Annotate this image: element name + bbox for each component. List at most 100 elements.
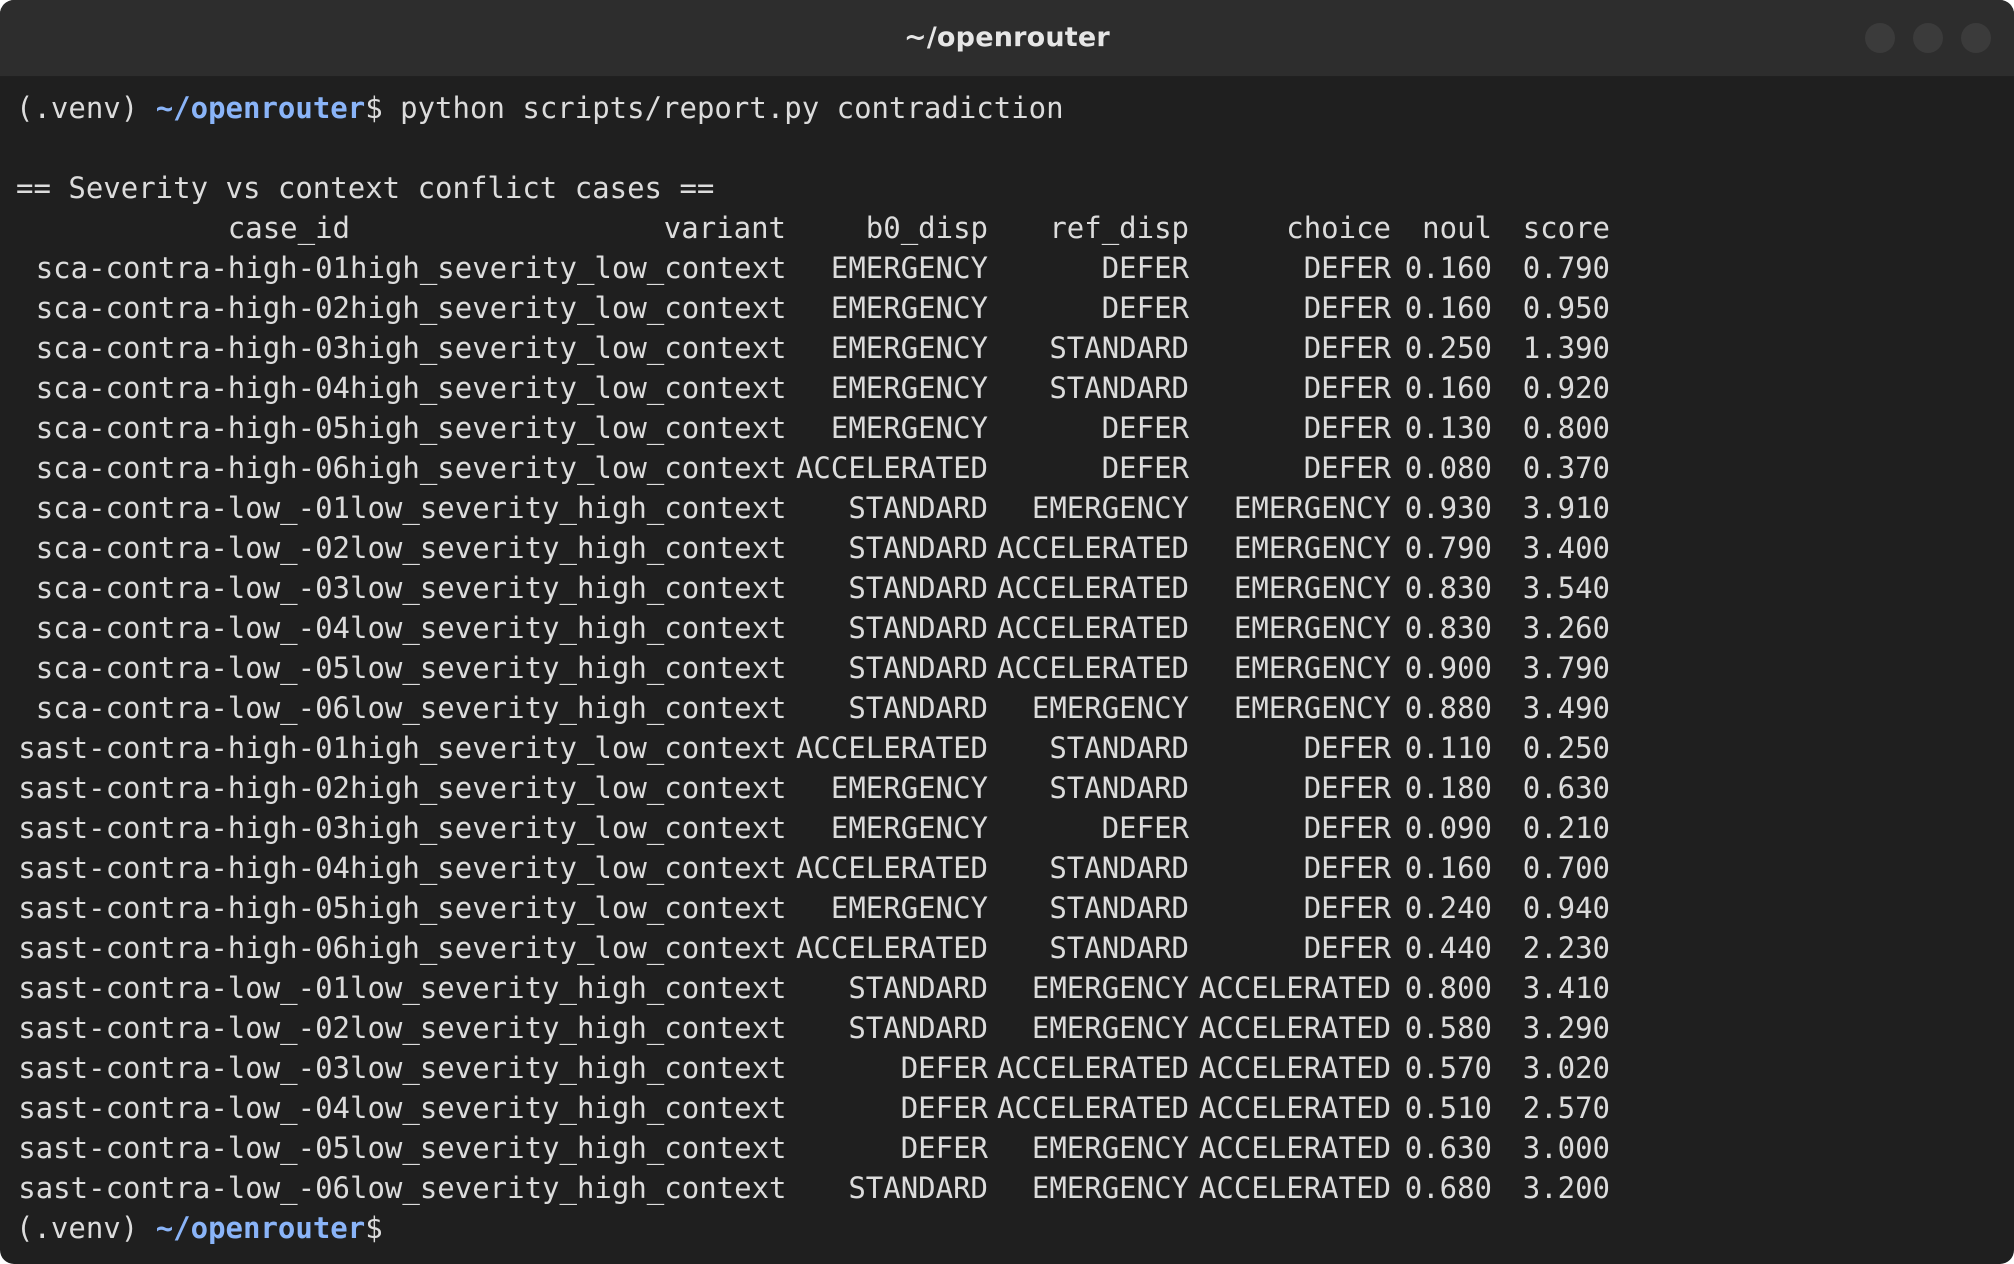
close-button[interactable] — [1961, 23, 1991, 53]
cell-choice: ACCELERATED — [1198, 1051, 1391, 1085]
table-row: sca-contra-high-04high_severity_low_cont… — [16, 368, 1998, 408]
header-noul: noul — [1422, 211, 1492, 245]
cell-variant: high_severity_low_context — [350, 891, 787, 925]
cell-b0-disp: STANDARD — [848, 571, 988, 605]
cell-ref-disp: ACCELERATED — [996, 531, 1189, 565]
cell-score: 3.290 — [1522, 1011, 1610, 1045]
window-title: ~/openrouter — [904, 22, 1110, 53]
cell-noul: 0.790 — [1404, 531, 1492, 565]
table-row: sast-contra-high-03high_severity_low_con… — [16, 808, 1998, 848]
cell-case-id: sast-contra-high-03 — [18, 811, 350, 845]
table-row: sca-contra-high-02high_severity_low_cont… — [16, 288, 1998, 328]
cell-b0-disp: STANDARD — [848, 1171, 988, 1205]
cell-variant: high_severity_low_context — [350, 251, 787, 285]
cell-ref-disp: ACCELERATED — [996, 611, 1189, 645]
cell-b0-disp: DEFER — [900, 1131, 988, 1165]
table-row: sast-contra-low_-05low_severity_high_con… — [16, 1128, 1998, 1168]
cell-noul: 0.680 — [1404, 1171, 1492, 1205]
table-row: sast-contra-low_-02low_severity_high_con… — [16, 1008, 1998, 1048]
cell-ref-disp: STANDARD — [1049, 931, 1189, 965]
cell-ref-disp: ACCELERATED — [996, 1091, 1189, 1125]
cell-choice: EMERGENCY — [1233, 691, 1391, 725]
cell-score: 3.400 — [1522, 531, 1610, 565]
cell-noul: 0.830 — [1404, 611, 1492, 645]
cell-case-id: sast-contra-high-05 — [18, 891, 350, 925]
cell-ref-disp: EMERGENCY — [1031, 1011, 1189, 1045]
cell-score: 0.700 — [1522, 851, 1610, 885]
maximize-button[interactable] — [1913, 23, 1943, 53]
cell-b0-disp: STANDARD — [848, 1011, 988, 1045]
cell-case-id: sast-contra-high-01 — [18, 731, 350, 765]
cell-choice: ACCELERATED — [1198, 1091, 1391, 1125]
cell-noul: 0.800 — [1404, 971, 1492, 1005]
terminal-window: ~/openrouter (.venv) ~/openrouter$ pytho… — [0, 0, 2014, 1264]
table-row: sast-contra-high-04high_severity_low_con… — [16, 848, 1998, 888]
cell-ref-disp: DEFER — [1101, 291, 1189, 325]
venv-indicator: (.venv) — [16, 1211, 139, 1245]
header-choice: choice — [1286, 211, 1391, 245]
cell-case-id: sca-contra-high-02 — [35, 291, 350, 325]
table-header-row: case_id variant b0_disp ref_disp choice noul s… — [16, 208, 1998, 248]
cell-ref-disp: EMERGENCY — [1031, 1131, 1189, 1165]
cell-b0-disp: DEFER — [900, 1091, 988, 1125]
cell-b0-disp: EMERGENCY — [830, 251, 988, 285]
cell-choice: DEFER — [1303, 771, 1391, 805]
cell-choice: EMERGENCY — [1233, 651, 1391, 685]
cell-noul: 0.510 — [1404, 1091, 1492, 1125]
cell-ref-disp: EMERGENCY — [1031, 491, 1189, 525]
cell-variant: high_severity_low_context — [350, 291, 787, 325]
cell-score: 1.390 — [1522, 331, 1610, 365]
cell-case-id: sast-contra-low_-02 — [18, 1011, 350, 1045]
section-title: == Severity vs context conflict cases == — [16, 171, 715, 205]
cell-variant: low_severity_high_context — [350, 1091, 787, 1125]
cell-score: 0.800 — [1522, 411, 1610, 445]
table-row: sast-contra-low_-06low_severity_high_con… — [16, 1168, 1998, 1208]
cell-ref-disp: EMERGENCY — [1031, 691, 1189, 725]
cell-noul: 0.160 — [1404, 291, 1492, 325]
table-row: sast-contra-low_-01low_severity_high_con… — [16, 968, 1998, 1008]
table-rows: sca-contra-high-01high_severity_low_cont… — [16, 248, 1998, 1208]
cell-noul: 0.240 — [1404, 891, 1492, 925]
cell-variant: low_severity_high_context — [350, 651, 787, 685]
cell-b0-disp: ACCELERATED — [795, 451, 988, 485]
cell-choice: DEFER — [1303, 371, 1391, 405]
cell-choice: DEFER — [1303, 251, 1391, 285]
cell-case-id: sast-contra-high-02 — [18, 771, 350, 805]
cell-case-id: sca-contra-low_-02 — [35, 531, 350, 565]
cell-variant: high_severity_low_context — [350, 771, 787, 805]
table-row: sast-contra-low_-04low_severity_high_con… — [16, 1088, 1998, 1128]
cell-score: 0.370 — [1522, 451, 1610, 485]
cell-score: 3.260 — [1522, 611, 1610, 645]
terminal-output[interactable]: (.venv) ~/openrouter$ python scripts/rep… — [16, 88, 1998, 1264]
cell-b0-disp: EMERGENCY — [830, 371, 988, 405]
table-row: sca-contra-high-03high_severity_low_cont… — [16, 328, 1998, 368]
cell-choice: DEFER — [1303, 731, 1391, 765]
table-row: sca-contra-low_-02low_severity_high_cont… — [16, 528, 1998, 568]
prompt-path: ~/openrouter — [155, 1211, 366, 1245]
cell-choice: EMERGENCY — [1233, 571, 1391, 605]
cell-variant: low_severity_high_context — [350, 1011, 787, 1045]
cell-noul: 0.830 — [1404, 571, 1492, 605]
cell-ref-disp: DEFER — [1101, 451, 1189, 485]
cell-case-id: sca-contra-high-04 — [35, 371, 350, 405]
cell-choice: DEFER — [1303, 451, 1391, 485]
command-line: (.venv) ~/openrouter$ python scripts/rep… — [16, 88, 1998, 128]
cell-score: 3.410 — [1522, 971, 1610, 1005]
cell-noul: 0.110 — [1404, 731, 1492, 765]
cell-score: 3.000 — [1522, 1131, 1610, 1165]
minimize-button[interactable] — [1865, 23, 1895, 53]
cell-score: 0.950 — [1522, 291, 1610, 325]
cell-case-id: sast-contra-low_-03 — [18, 1051, 350, 1085]
cell-ref-disp: STANDARD — [1049, 331, 1189, 365]
table-row: sca-contra-low_-01low_severity_high_cont… — [16, 488, 1998, 528]
cell-ref-disp: STANDARD — [1049, 731, 1189, 765]
title-bar[interactable]: ~/openrouter — [0, 0, 2014, 77]
cell-choice: EMERGENCY — [1233, 491, 1391, 525]
prompt-symbol: $ — [365, 1211, 383, 1245]
cell-b0-disp: STANDARD — [848, 491, 988, 525]
table-row: sca-contra-low_-03low_severity_high_cont… — [16, 568, 1998, 608]
cell-b0-disp: DEFER — [900, 1051, 988, 1085]
cell-ref-disp: ACCELERATED — [996, 1051, 1189, 1085]
cell-score: 0.250 — [1522, 731, 1610, 765]
table-row: sca-contra-low_-06low_severity_high_cont… — [16, 688, 1998, 728]
